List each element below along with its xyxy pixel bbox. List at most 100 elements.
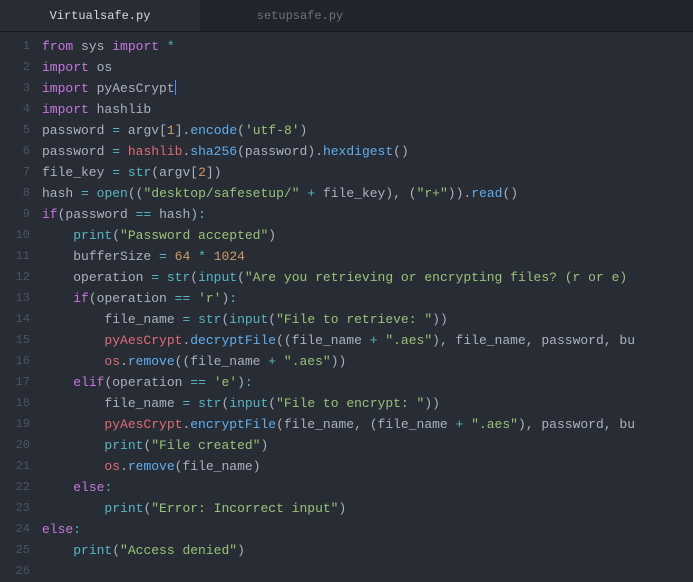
token-builtin: input [229, 312, 268, 327]
token-func: hexdigest [323, 144, 393, 159]
code-line[interactable]: hash = open(("desktop/safesetup/" + file… [42, 183, 693, 204]
code-line[interactable]: password = argv[1].encode('utf-8') [42, 120, 693, 141]
token-mod: hashlib [97, 102, 152, 117]
token-builtin: print [73, 228, 112, 243]
code-line[interactable]: print("Error: Incorrect input") [42, 498, 693, 519]
token-str: "Error: Incorrect input" [151, 501, 338, 516]
token-obj: operation [73, 270, 151, 285]
token-kw: import [42, 102, 89, 117]
token-paren: ( [268, 396, 276, 411]
code-line[interactable]: file_name = str(input("File to encrypt: … [42, 393, 693, 414]
code-line[interactable]: os.remove(file_name) [42, 456, 693, 477]
code-line[interactable]: else: [42, 519, 693, 540]
code-line[interactable]: else: [42, 477, 693, 498]
token-num: 1024 [214, 249, 245, 264]
token-num: 64 [175, 249, 191, 264]
token-dot: . [120, 459, 128, 474]
token-op: = [159, 249, 167, 264]
token-kw: if [42, 207, 58, 222]
token-op: * [198, 249, 206, 264]
code-line[interactable]: pyAesCrypt.decryptFile((file_name + ".ae… [42, 330, 693, 351]
code-line[interactable]: import hashlib [42, 99, 693, 120]
token-mod: pyAesCrypt [97, 81, 175, 96]
token-op: = [182, 312, 190, 327]
token-obj: password [541, 333, 603, 348]
token-op: = [112, 165, 120, 180]
token-str: ".aes" [471, 417, 518, 432]
token-str: "File created" [151, 438, 260, 453]
code-line[interactable]: operation = str(input("Are you retrievin… [42, 267, 693, 288]
token-paren: ]) [206, 165, 222, 180]
line-number: 11 [0, 246, 30, 267]
token-op: = [112, 144, 120, 159]
token-op: == [175, 291, 191, 306]
token-obj: password [42, 123, 112, 138]
code-line[interactable]: password = hashlib.sha256(password).hexd… [42, 141, 693, 162]
tab-bar: Virtualsafe.py setupsafe.py [0, 0, 693, 32]
token-obj: file_name [190, 354, 268, 369]
token-kw: else [73, 480, 104, 495]
line-number: 4 [0, 99, 30, 120]
token-paren: ( [112, 228, 120, 243]
line-number: 14 [0, 309, 30, 330]
token-str: "desktop/safesetup/" [143, 186, 299, 201]
code-line[interactable]: import pyAesCrypt [42, 78, 693, 99]
code-line[interactable]: print("Password accepted") [42, 225, 693, 246]
token-str: "File to encrypt: " [276, 396, 424, 411]
code-line[interactable]: print("Access denied") [42, 540, 693, 561]
code-line[interactable]: from sys import * [42, 36, 693, 57]
token-paren: ) [237, 375, 245, 390]
token-str: "r+" [417, 186, 448, 201]
token-paren: ) [190, 207, 198, 222]
token-dot: . [120, 354, 128, 369]
token-op: == [190, 375, 206, 390]
token-paren: () [502, 186, 518, 201]
token-func: encryptFile [190, 417, 276, 432]
token-func: encode [190, 123, 237, 138]
token-paren: (( [276, 333, 292, 348]
code-line[interactable]: elif(operation == 'e'): [42, 372, 693, 393]
code-line[interactable]: if(password == hash): [42, 204, 693, 225]
token-op: + [456, 417, 464, 432]
token-obj: operation [97, 291, 175, 306]
token-op: : [73, 522, 81, 537]
token-obj: file_name [104, 312, 182, 327]
code-line[interactable]: if(operation == 'r'): [42, 288, 693, 309]
code-line[interactable]: file_key = str(argv[2]) [42, 162, 693, 183]
code-line[interactable]: os.remove((file_name + ".aes")) [42, 351, 693, 372]
line-number: 12 [0, 267, 30, 288]
token-op: + [268, 354, 276, 369]
token-paren: ) [338, 501, 346, 516]
line-number: 20 [0, 435, 30, 456]
token-str: "File to retrieve: " [276, 312, 432, 327]
token-obj: file_name [456, 333, 526, 348]
tab-setupsafe[interactable]: setupsafe.py [200, 0, 400, 31]
token-paren: , ( [354, 417, 377, 432]
line-number: 13 [0, 288, 30, 309]
token-obj: file_name [182, 459, 252, 474]
tab-virtualsafe[interactable]: Virtualsafe.py [0, 0, 200, 31]
token-builtin: str [128, 165, 151, 180]
code-line[interactable]: import os [42, 57, 693, 78]
line-number: 21 [0, 456, 30, 477]
code-line[interactable] [42, 561, 693, 582]
token-paren: )) [432, 312, 448, 327]
token-paren: [ [190, 165, 198, 180]
code-line[interactable]: print("File created") [42, 435, 693, 456]
token-kw: elif [73, 375, 104, 390]
token-str: ".aes" [385, 333, 432, 348]
token-paren: ( [268, 312, 276, 327]
token-paren: ( [112, 543, 120, 558]
line-number: 15 [0, 330, 30, 351]
code-line[interactable]: pyAesCrypt.encryptFile(file_name, (file_… [42, 414, 693, 435]
line-number: 1 [0, 36, 30, 57]
line-number: 22 [0, 477, 30, 498]
token-paren: ) [307, 144, 315, 159]
token-op: = [81, 186, 89, 201]
code-line[interactable]: file_name = str(input("File to retrieve:… [42, 309, 693, 330]
token-obj: file_name [104, 396, 182, 411]
token-var: pyAesCrypt [104, 417, 182, 432]
code-line[interactable]: bufferSize = 64 * 1024 [42, 246, 693, 267]
token-obj: hash [42, 186, 81, 201]
code-area[interactable]: from sys import *import osimport pyAesCr… [42, 36, 693, 578]
